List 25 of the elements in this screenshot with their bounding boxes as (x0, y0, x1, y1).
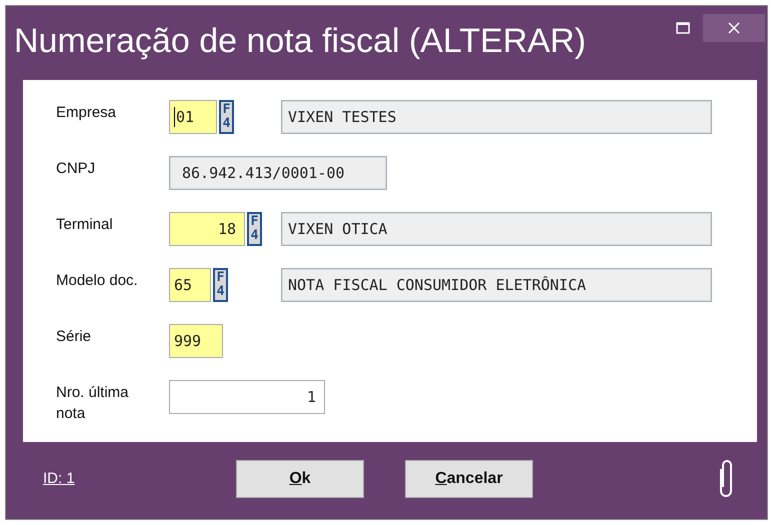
lookup-button[interactable]: F4 (247, 212, 262, 246)
field-label: Empresa (56, 103, 118, 123)
field-label: CNPJ (56, 159, 96, 179)
maximize-icon (676, 22, 690, 34)
field-label: Modelo doc. (56, 271, 139, 291)
description-field: VIXEN TESTES (281, 100, 712, 134)
window-title: Numeração de nota fiscal (ALTERAR) (14, 22, 587, 61)
input-field[interactable]: 65 (169, 268, 211, 302)
id-link[interactable]: ID: 1 (43, 470, 236, 487)
description-field: VIXEN OTICA (281, 212, 712, 246)
lookup-button[interactable]: F4 (213, 268, 228, 302)
field-label: Terminal (56, 215, 114, 235)
input-field[interactable]: 1 (169, 380, 325, 414)
input-field[interactable]: 999 (169, 324, 223, 358)
input-field[interactable]: 01 (169, 100, 217, 134)
input-field[interactable]: 86.942.413/0001-00 (169, 156, 387, 190)
description-field: NOTA FISCAL CONSUMIDOR ELETRÔNICA (281, 268, 712, 302)
input-field[interactable]: 18 (169, 212, 245, 246)
cancel-button[interactable]: Cancelar (405, 460, 533, 498)
ok-button[interactable]: Ok (236, 460, 364, 498)
close-button[interactable] (703, 14, 765, 42)
field-label: Nro. última nota (56, 383, 130, 424)
lookup-button[interactable]: F4 (219, 100, 234, 134)
field-label: Série (56, 327, 92, 347)
close-icon (728, 22, 740, 34)
